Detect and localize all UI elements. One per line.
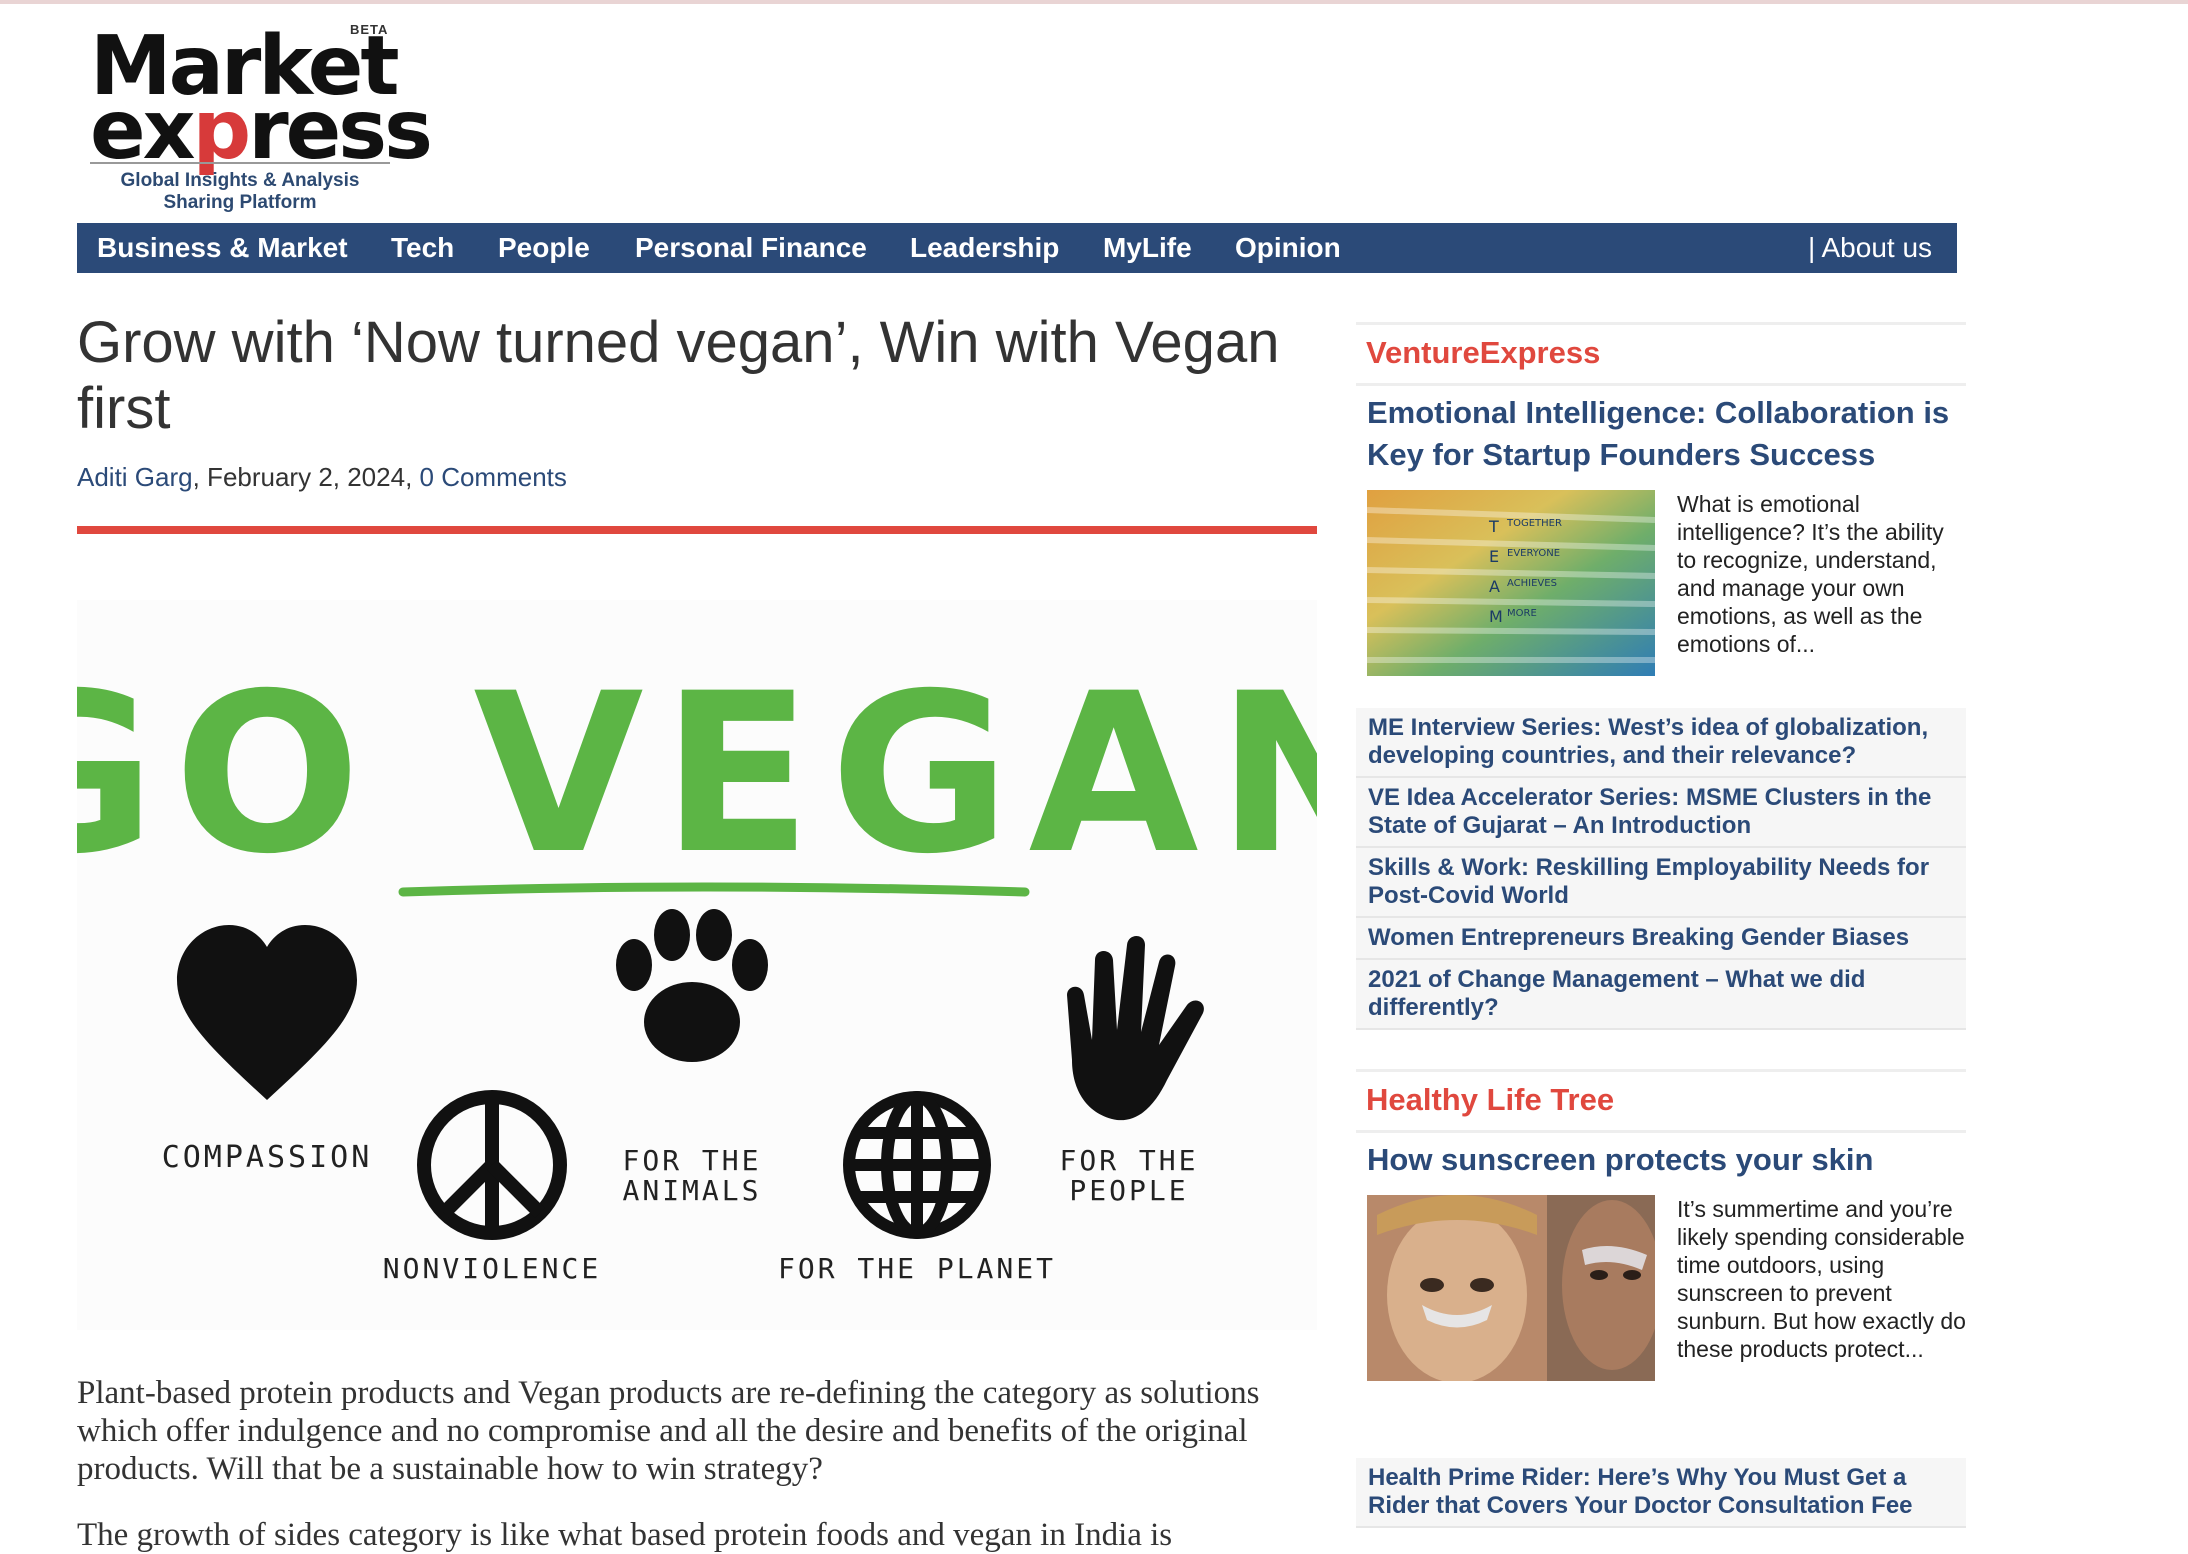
hero-label-nonviolence: NONVIOLENCE xyxy=(383,1252,601,1285)
hero-label-for-the-planet: FOR THE PLANET xyxy=(778,1252,1056,1285)
venture-link-3[interactable]: Skills & Work: Reskilling Employability … xyxy=(1356,848,1966,918)
logo-divider xyxy=(90,162,390,164)
author-link[interactable]: Aditi Garg xyxy=(77,462,193,492)
site-logo[interactable]: BETA Market express Global Insights & An… xyxy=(90,18,433,218)
hero-label-for-the-people-2: PEOPLE xyxy=(1069,1174,1188,1207)
health-link-list: Health Prime Rider: Here’s Why You Must … xyxy=(1356,1458,1966,1528)
nav-item-mylife[interactable]: MyLife xyxy=(1103,223,1192,273)
nav-item-about-us[interactable]: | About us xyxy=(1808,223,1932,273)
sidebar-venture-header: VentureExpress xyxy=(1356,322,1966,386)
article-paragraph-2: The growth of sides category is like wha… xyxy=(77,1517,1173,1553)
article-byline: Aditi Garg, February 2, 2024, 0 Comments xyxy=(77,462,567,493)
main-nav: Business & Market Tech People Personal F… xyxy=(77,223,1957,273)
paw-icon xyxy=(616,909,768,1062)
venture-feature-excerpt: What is emotional intelligence? It’s the… xyxy=(1677,491,1944,657)
health-feature-excerpt: It’s summertime and you’re likely spendi… xyxy=(1677,1196,1966,1362)
venture-feature-image[interactable]: T TOGETHER E EVERYONE A ACHIEVES M MORE xyxy=(1367,490,1655,676)
venture-link-2[interactable]: VE Idea Accelerator Series: MSME Cluster… xyxy=(1356,778,1966,848)
svg-text:ACHIEVES: ACHIEVES xyxy=(1507,578,1557,589)
top-border xyxy=(0,0,2188,4)
logo-word-express: express xyxy=(90,83,433,178)
nav-item-tech[interactable]: Tech xyxy=(391,223,454,273)
comments-link[interactable]: 0 Comments xyxy=(420,462,567,492)
globe-icon xyxy=(843,1091,991,1239)
health-feature-image[interactable] xyxy=(1367,1195,1655,1381)
hand-icon xyxy=(1067,936,1204,1121)
hero-label-for-the-animals-2: ANIMALS xyxy=(622,1174,761,1207)
title-divider xyxy=(77,526,1317,534)
svg-text:E: E xyxy=(1489,547,1499,566)
health-link-1[interactable]: Health Prime Rider: Here’s Why You Must … xyxy=(1356,1458,1966,1528)
nav-item-business-market[interactable]: Business & Market xyxy=(97,223,348,273)
hero-label-for-the-animals-1: FOR THE xyxy=(622,1144,761,1177)
venture-link-list: ME Interview Series: West’s idea of glob… xyxy=(1356,708,1966,1030)
nav-item-people[interactable]: People xyxy=(498,223,590,273)
article-date: , February 2, 2024, xyxy=(192,462,420,492)
svg-text:EVERYONE: EVERYONE xyxy=(1507,548,1560,559)
hero-label-compassion: COMPASSION xyxy=(162,1140,373,1175)
hero-headline: GO VEGAN xyxy=(77,646,1317,902)
venture-link-5[interactable]: 2021 of Change Management – What we did … xyxy=(1356,960,1966,1030)
venture-link-1[interactable]: ME Interview Series: West’s idea of glob… xyxy=(1356,708,1966,778)
venture-feature-title[interactable]: Emotional Intelligence: Collaboration is… xyxy=(1367,392,1957,476)
nav-item-personal-finance[interactable]: Personal Finance xyxy=(635,223,867,273)
heart-icon xyxy=(177,925,357,1100)
svg-text:M: M xyxy=(1489,607,1503,626)
svg-text:MORE: MORE xyxy=(1507,608,1537,619)
sidebar-health-header: Healthy Life Tree xyxy=(1356,1069,1966,1133)
nav-item-leadership[interactable]: Leadership xyxy=(910,223,1059,273)
venture-link-4[interactable]: Women Entrepreneurs Breaking Gender Bias… xyxy=(1356,918,1966,960)
hero-label-for-the-people-1: FOR THE xyxy=(1059,1144,1198,1177)
article-paragraph-1: Plant-based protein products and Vegan p… xyxy=(77,1375,1260,1487)
venture-heading[interactable]: VentureExpress xyxy=(1366,335,1600,371)
health-heading[interactable]: Healthy Life Tree xyxy=(1366,1082,1614,1118)
nav-item-opinion[interactable]: Opinion xyxy=(1235,223,1341,273)
logo-tagline: Global Insights & Analysis Sharing Platf… xyxy=(120,170,360,213)
health-feature-title[interactable]: How sunscreen protects your skin xyxy=(1367,1139,1957,1181)
svg-text:T: T xyxy=(1488,517,1499,536)
svg-text:TOGETHER: TOGETHER xyxy=(1506,518,1562,529)
peace-icon xyxy=(417,1090,567,1240)
hero-underline xyxy=(398,882,1030,897)
article-title: Grow with ‘Now turned vegan’, Win with V… xyxy=(77,310,1280,441)
article-hero-image: GO VEGAN COMPASSION NONVIOLENCE FOR THE … xyxy=(0,600,1401,1330)
svg-text:A: A xyxy=(1489,577,1500,596)
